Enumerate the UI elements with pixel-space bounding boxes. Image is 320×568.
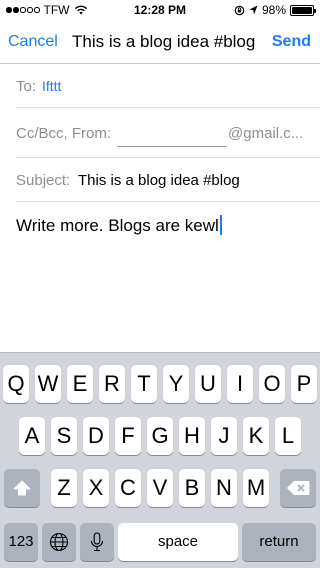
dictation-key[interactable] <box>80 523 114 561</box>
key-r[interactable]: R <box>99 365 125 403</box>
key-i[interactable]: I <box>227 365 253 403</box>
delete-key[interactable] <box>280 469 316 507</box>
send-button[interactable]: Send <box>272 33 311 51</box>
key-n[interactable]: N <box>211 469 237 507</box>
key-t[interactable]: T <box>131 365 157 403</box>
shift-arrow-icon <box>13 480 31 496</box>
numbers-key[interactable]: 123 <box>4 523 38 561</box>
message-body[interactable]: Write more. Blogs are kewl <box>16 215 222 236</box>
key-y[interactable]: Y <box>163 365 189 403</box>
key-s[interactable]: S <box>51 417 77 455</box>
battery-percent: 98% <box>261 3 286 17</box>
key-b[interactable]: B <box>179 469 205 507</box>
status-right: 98% <box>234 3 316 17</box>
keyboard: 123 space return QWERTYUIOP ASDFGHJKL ZXCV… <box>0 352 320 568</box>
key-l[interactable]: L <box>275 417 301 455</box>
key-v[interactable]: V <box>147 469 173 507</box>
key-j[interactable]: J <box>211 417 237 455</box>
subject-input[interactable]: This is a blog idea #blog <box>78 172 240 189</box>
globe-key[interactable] <box>42 523 76 561</box>
cc-bcc-from-field[interactable]: Cc/Bcc, From: @gmail.c... <box>16 108 320 158</box>
key-u[interactable]: U <box>195 365 221 403</box>
key-o[interactable]: O <box>259 365 285 403</box>
to-recipient[interactable]: Ifttt <box>42 78 61 94</box>
cc-bcc-from-label: Cc/Bcc, From: <box>16 125 112 142</box>
subject-field[interactable]: Subject: This is a blog idea #blog <box>16 158 320 202</box>
shift-key[interactable] <box>4 469 40 507</box>
status-bar: TFW 12:28 PM 98% <box>0 0 320 20</box>
key-z[interactable]: Z <box>51 469 77 507</box>
microphone-icon <box>90 532 104 552</box>
key-m[interactable]: M <box>243 469 269 507</box>
key-k[interactable]: K <box>243 417 269 455</box>
key-w[interactable]: W <box>35 365 61 403</box>
key-h[interactable]: H <box>179 417 205 455</box>
globe-icon <box>49 532 69 552</box>
key-d[interactable]: D <box>83 417 109 455</box>
cancel-button[interactable]: Cancel <box>8 33 58 51</box>
location-arrow-icon <box>249 5 258 15</box>
compose-title: This is a blog idea #blog <box>72 32 256 51</box>
from-domain: @gmail.c... <box>228 125 304 142</box>
key-e[interactable]: E <box>67 365 93 403</box>
return-key[interactable]: return <box>242 523 316 561</box>
to-label: To: <box>16 78 37 95</box>
backspace-icon <box>287 481 310 495</box>
message-body-text: Write more. Blogs are kewl <box>16 216 219 235</box>
key-g[interactable]: G <box>147 417 173 455</box>
key-f[interactable]: F <box>115 417 141 455</box>
key-x[interactable]: X <box>83 469 109 507</box>
battery-icon <box>290 4 316 16</box>
key-a[interactable]: A <box>19 417 45 455</box>
from-input[interactable] <box>118 121 226 147</box>
key-p[interactable]: P <box>291 365 317 403</box>
subject-label: Subject: <box>16 172 71 189</box>
key-q[interactable]: Q <box>3 365 29 403</box>
to-field[interactable]: To: Ifttt <box>16 64 320 108</box>
text-cursor <box>219 215 222 235</box>
key-c[interactable]: C <box>115 469 141 507</box>
compose-nav-bar: Cancel This is a blog idea #blog Send <box>0 20 320 64</box>
space-key[interactable]: space <box>118 523 238 561</box>
rotation-lock-icon <box>234 5 245 15</box>
battery-fill <box>292 6 312 14</box>
